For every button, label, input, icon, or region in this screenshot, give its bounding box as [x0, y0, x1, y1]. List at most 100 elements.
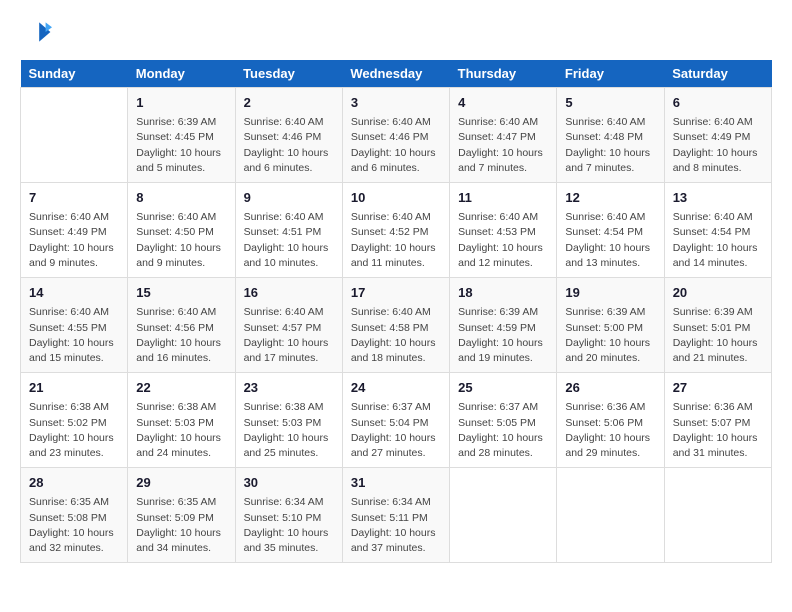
header-day-saturday: Saturday — [664, 60, 771, 88]
header-day-tuesday: Tuesday — [235, 60, 342, 88]
day-info: Sunrise: 6:40 AMSunset: 4:54 PMDaylight:… — [673, 210, 763, 271]
day-cell: 2 Sunrise: 6:40 AMSunset: 4:46 PMDaylight… — [235, 88, 342, 183]
day-cell: 9Sunrise: 6:40 AMSunset: 4:51 PMDaylight… — [235, 183, 342, 278]
header-day-thursday: Thursday — [450, 60, 557, 88]
day-cell: 11 Sunrise: 6:40 AMSunset: 4:53 PMDayligh… — [450, 183, 557, 278]
day-cell: 1 Sunrise: 6:39 AMSunset: 4:45 PMDaylight… — [128, 88, 235, 183]
day-number: 8 — [136, 189, 226, 207]
day-info: Sunrise: 6:35 AMSunset: 5:09 PMDaylight:… — [136, 495, 226, 556]
day-info: Sunrise: 6:38 AMSunset: 5:02 PMDaylight:… — [29, 400, 119, 461]
day-cell: 31 Sunrise: 6:34 AMSunset: 5:11 PMDayligh… — [342, 468, 449, 563]
day-info: Sunrise: 6:40 AMSunset: 4:53 PMDaylight:… — [458, 210, 548, 271]
day-cell: 24 Sunrise: 6:37 AMSunset: 5:04 PMDayligh… — [342, 373, 449, 468]
day-number: 1 — [136, 94, 226, 112]
page-header — [20, 16, 772, 48]
day-cell: 5 Sunrise: 6:40 AMSunset: 4:48 PMDaylight… — [557, 88, 664, 183]
day-cell: 3 Sunrise: 6:40 AMSunset: 4:46 PMDaylight… — [342, 88, 449, 183]
header-day-monday: Monday — [128, 60, 235, 88]
day-number: 30 — [244, 474, 334, 492]
day-info: Sunrise: 6:38 AMSunset: 5:03 PMDaylight:… — [136, 400, 226, 461]
day-number: 12 — [565, 189, 655, 207]
week-row-2: 7 Sunrise: 6:40 AMSunset: 4:49 PMDaylight… — [21, 183, 772, 278]
day-number: 25 — [458, 379, 548, 397]
day-info: Sunrise: 6:36 AMSunset: 5:07 PMDaylight:… — [673, 400, 763, 461]
day-number: 13 — [673, 189, 763, 207]
day-info: Sunrise: 6:37 AMSunset: 5:05 PMDaylight:… — [458, 400, 548, 461]
day-cell — [557, 468, 664, 563]
day-number: 6 — [673, 94, 763, 112]
day-cell — [450, 468, 557, 563]
day-info: Sunrise: 6:40 AMSunset: 4:57 PMDaylight:… — [244, 305, 334, 366]
week-row-5: 28Sunrise: 6:35 AMSunset: 5:08 PMDayligh… — [21, 468, 772, 563]
day-cell: 8 Sunrise: 6:40 AMSunset: 4:50 PMDaylight… — [128, 183, 235, 278]
day-number: 11 — [458, 189, 548, 207]
week-row-4: 21 Sunrise: 6:38 AMSunset: 5:02 PMDayligh… — [21, 373, 772, 468]
day-info: Sunrise: 6:40 AMSunset: 4:58 PMDaylight:… — [351, 305, 441, 366]
day-info: Sunrise: 6:40 AMSunset: 4:55 PMDaylight:… — [29, 305, 119, 366]
day-number: 24 — [351, 379, 441, 397]
day-cell: 14Sunrise: 6:40 AMSunset: 4:55 PMDayligh… — [21, 278, 128, 373]
day-cell: 15Sunrise: 6:40 AMSunset: 4:56 PMDayligh… — [128, 278, 235, 373]
day-number: 5 — [565, 94, 655, 112]
day-number: 17 — [351, 284, 441, 302]
day-info: Sunrise: 6:40 AMSunset: 4:52 PMDaylight:… — [351, 210, 441, 271]
day-number: 20 — [673, 284, 763, 302]
day-cell: 19Sunrise: 6:39 AMSunset: 5:00 PMDayligh… — [557, 278, 664, 373]
day-cell: 28Sunrise: 6:35 AMSunset: 5:08 PMDayligh… — [21, 468, 128, 563]
day-number: 2 — [244, 94, 334, 112]
day-info: Sunrise: 6:40 AMSunset: 4:56 PMDaylight:… — [136, 305, 226, 366]
day-number: 4 — [458, 94, 548, 112]
day-cell: 29 Sunrise: 6:35 AMSunset: 5:09 PMDayligh… — [128, 468, 235, 563]
day-info: Sunrise: 6:40 AMSunset: 4:48 PMDaylight:… — [565, 115, 655, 176]
day-info: Sunrise: 6:34 AMSunset: 5:10 PMDaylight:… — [244, 495, 334, 556]
day-cell: 17 Sunrise: 6:40 AMSunset: 4:58 PMDayligh… — [342, 278, 449, 373]
day-info: Sunrise: 6:40 AMSunset: 4:47 PMDaylight:… — [458, 115, 548, 176]
day-cell: 12 Sunrise: 6:40 AMSunset: 4:54 PMDayligh… — [557, 183, 664, 278]
day-cell: 22 Sunrise: 6:38 AMSunset: 5:03 PMDayligh… — [128, 373, 235, 468]
day-number: 21 — [29, 379, 119, 397]
day-info: Sunrise: 6:40 AMSunset: 4:51 PMDaylight:… — [244, 210, 334, 271]
week-row-3: 14Sunrise: 6:40 AMSunset: 4:55 PMDayligh… — [21, 278, 772, 373]
header-day-friday: Friday — [557, 60, 664, 88]
day-info: Sunrise: 6:40 AMSunset: 4:50 PMDaylight:… — [136, 210, 226, 271]
day-cell: 27 Sunrise: 6:36 AMSunset: 5:07 PMDayligh… — [664, 373, 771, 468]
day-number: 31 — [351, 474, 441, 492]
day-cell: 13 Sunrise: 6:40 AMSunset: 4:54 PMDayligh… — [664, 183, 771, 278]
day-info: Sunrise: 6:39 AMSunset: 4:45 PMDaylight:… — [136, 115, 226, 176]
day-number: 29 — [136, 474, 226, 492]
header-day-wednesday: Wednesday — [342, 60, 449, 88]
day-cell: 7 Sunrise: 6:40 AMSunset: 4:49 PMDaylight… — [21, 183, 128, 278]
day-number: 3 — [351, 94, 441, 112]
day-info: Sunrise: 6:39 AMSunset: 5:00 PMDaylight:… — [565, 305, 655, 366]
day-info: Sunrise: 6:39 AMSunset: 4:59 PMDaylight:… — [458, 305, 548, 366]
header-row: SundayMondayTuesdayWednesdayThursdayFrid… — [21, 60, 772, 88]
day-info: Sunrise: 6:35 AMSunset: 5:08 PMDaylight:… — [29, 495, 119, 556]
day-number: 23 — [244, 379, 334, 397]
calendar-table: SundayMondayTuesdayWednesdayThursdayFrid… — [20, 60, 772, 563]
day-info: Sunrise: 6:37 AMSunset: 5:04 PMDaylight:… — [351, 400, 441, 461]
day-number: 18 — [458, 284, 548, 302]
day-info: Sunrise: 6:39 AMSunset: 5:01 PMDaylight:… — [673, 305, 763, 366]
day-cell: 10Sunrise: 6:40 AMSunset: 4:52 PMDayligh… — [342, 183, 449, 278]
day-cell — [21, 88, 128, 183]
day-cell: 4 Sunrise: 6:40 AMSunset: 4:47 PMDaylight… — [450, 88, 557, 183]
day-info: Sunrise: 6:40 AMSunset: 4:46 PMDaylight:… — [244, 115, 334, 176]
day-info: Sunrise: 6:40 AMSunset: 4:46 PMDaylight:… — [351, 115, 441, 176]
day-info: Sunrise: 6:36 AMSunset: 5:06 PMDaylight:… — [565, 400, 655, 461]
day-cell: 6 Sunrise: 6:40 AMSunset: 4:49 PMDaylight… — [664, 88, 771, 183]
day-number: 27 — [673, 379, 763, 397]
day-cell: 23Sunrise: 6:38 AMSunset: 5:03 PMDayligh… — [235, 373, 342, 468]
day-cell: 30 Sunrise: 6:34 AMSunset: 5:10 PMDayligh… — [235, 468, 342, 563]
week-row-1: 1 Sunrise: 6:39 AMSunset: 4:45 PMDaylight… — [21, 88, 772, 183]
day-cell: 16Sunrise: 6:40 AMSunset: 4:57 PMDayligh… — [235, 278, 342, 373]
day-info: Sunrise: 6:40 AMSunset: 4:49 PMDaylight:… — [673, 115, 763, 176]
day-cell: 18 Sunrise: 6:39 AMSunset: 4:59 PMDayligh… — [450, 278, 557, 373]
day-info: Sunrise: 6:40 AMSunset: 4:49 PMDaylight:… — [29, 210, 119, 271]
logo — [20, 16, 56, 48]
day-info: Sunrise: 6:34 AMSunset: 5:11 PMDaylight:… — [351, 495, 441, 556]
day-cell: 26Sunrise: 6:36 AMSunset: 5:06 PMDayligh… — [557, 373, 664, 468]
day-number: 7 — [29, 189, 119, 207]
day-cell: 25 Sunrise: 6:37 AMSunset: 5:05 PMDayligh… — [450, 373, 557, 468]
day-info: Sunrise: 6:40 AMSunset: 4:54 PMDaylight:… — [565, 210, 655, 271]
day-number: 22 — [136, 379, 226, 397]
